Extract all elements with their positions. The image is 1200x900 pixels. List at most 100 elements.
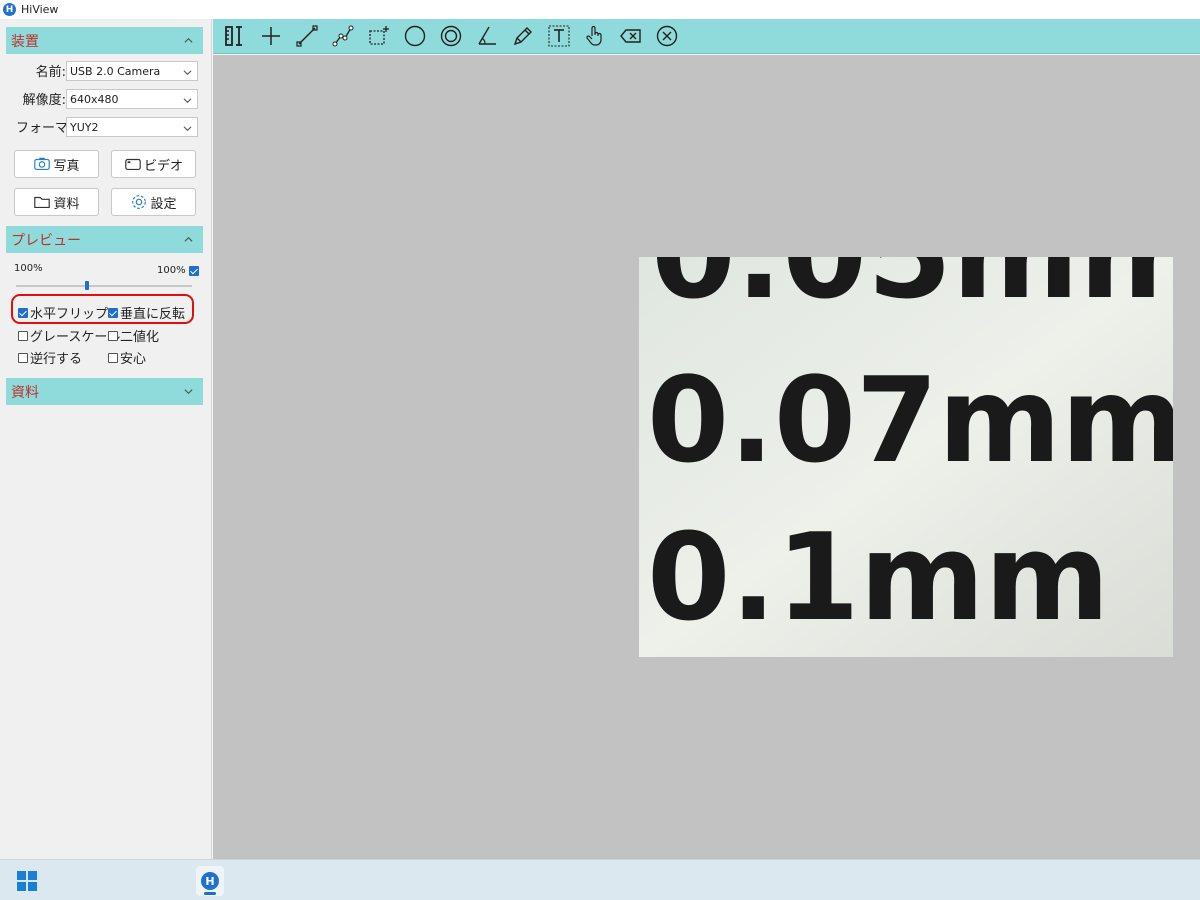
hand-icon	[585, 25, 602, 46]
name-label: 名前:	[35, 65, 66, 80]
files-section-header[interactable]: 資料	[6, 378, 203, 405]
format-select[interactable]: YUY2	[66, 117, 198, 137]
invert-label: 逆行する	[30, 352, 83, 367]
vertical-flip-checkbox[interactable]: 垂直に反転	[108, 303, 185, 322]
crosshair-tool[interactable]	[257, 23, 284, 50]
zoom-slider-track[interactable]	[16, 281, 192, 290]
clear-tool[interactable]	[653, 23, 680, 50]
settings-button[interactable]: 設定	[111, 188, 196, 216]
resolution-label-row: 解像度:	[0, 89, 66, 108]
chevron-down-icon	[183, 126, 192, 132]
photo-button-label: 写真	[53, 158, 80, 174]
format-value: YUY2	[70, 120, 99, 134]
preview-line-1: 0.05mm	[651, 257, 1173, 326]
camera-preview-svg: 0.05mm 0.07mm 0.1mm	[639, 257, 1173, 657]
resolution-value: 640x480	[70, 92, 119, 106]
zoom-right-row: 100%	[157, 265, 199, 276]
zoom-right-label: 100%	[157, 265, 186, 276]
settings-button-label: 設定	[150, 196, 177, 212]
preview-canvas[interactable]: 0.05mm 0.07mm 0.1mm	[213, 55, 1200, 859]
binarize-checkbox[interactable]: 二値化	[108, 326, 159, 345]
eraser-icon	[619, 29, 641, 43]
zoom-slider-thumb[interactable]	[84, 281, 89, 290]
text-tool[interactable]	[545, 23, 572, 50]
app-logo-icon: H	[3, 3, 16, 16]
device-section-header[interactable]: 装置	[6, 27, 203, 54]
sidebar: 装置 名前: USB 2.0 Camera 解像度: 640x480 フォーマッ…	[0, 19, 212, 859]
binarize-label: 二値化	[120, 330, 160, 345]
chevron-down-icon	[183, 98, 192, 104]
zoom-left-row: 100%	[14, 263, 43, 274]
angle-tool[interactable]	[473, 23, 500, 50]
window-titlebar: H HiView	[0, 0, 1200, 19]
binarize-box[interactable]	[108, 330, 118, 341]
stabilize-label: 安心	[120, 352, 147, 367]
invert-checkbox[interactable]: 逆行する	[18, 348, 82, 367]
line-tool[interactable]	[293, 23, 320, 50]
chevron-up-icon	[184, 236, 193, 242]
crosshair-icon	[261, 27, 280, 45]
hand-tool[interactable]	[581, 23, 608, 50]
device-section-title: 装置	[11, 33, 39, 50]
video-button[interactable]: ビデオ	[111, 150, 196, 178]
vertical-flip-label: 垂直に反転	[120, 307, 186, 322]
zoom-left-label: 100%	[14, 263, 43, 274]
preview-line-3: 0.1mm	[647, 509, 1110, 648]
concentric-circle-tool[interactable]	[437, 23, 464, 50]
stabilize-checkbox[interactable]: 安心	[108, 348, 146, 367]
zoom-auto-checkbox[interactable]	[188, 265, 199, 276]
folder-icon	[34, 196, 51, 208]
stabilize-box[interactable]	[108, 352, 118, 363]
name-label-row: 名前:	[0, 61, 66, 80]
circle-icon	[404, 25, 425, 47]
files-button-label: 資料	[53, 196, 80, 212]
windows-start-icon[interactable]	[17, 871, 37, 891]
window-title: HiView	[21, 3, 59, 16]
grayscale-label: グレースケール	[30, 330, 121, 345]
ruler-tool[interactable]	[221, 23, 248, 50]
circle-tool[interactable]	[401, 23, 428, 50]
chevron-down-icon	[184, 389, 193, 395]
horizontal-flip-label: 水平フリップ	[30, 307, 109, 322]
camera-preview-image[interactable]: 0.05mm 0.07mm 0.1mm	[639, 257, 1173, 657]
text-icon	[547, 25, 570, 47]
rectangle-icon	[368, 26, 389, 45]
horizontal-flip-checkbox[interactable]: 水平フリップ	[18, 303, 108, 322]
ruler-icon	[224, 26, 242, 46]
horizontal-flip-box[interactable]	[18, 307, 28, 318]
preview-line-2: 0.07mm	[647, 351, 1173, 489]
hiview-logo-icon: H	[201, 872, 219, 890]
close-circle-icon	[656, 25, 677, 47]
chevron-up-icon	[184, 37, 193, 43]
chevron-down-icon	[183, 70, 192, 76]
angle-icon	[477, 26, 496, 45]
taskbar-hiview-app[interactable]: H	[196, 866, 224, 896]
camera-name-select[interactable]: USB 2.0 Camera	[66, 61, 198, 81]
taskbar: H	[0, 859, 1200, 900]
video-button-label: ビデオ	[143, 158, 183, 174]
photo-button[interactable]: 写真	[14, 150, 99, 178]
preview-section-header[interactable]: プレビュー	[6, 226, 203, 253]
camera-name-value: USB 2.0 Camera	[70, 64, 161, 78]
vertical-flip-box[interactable]	[108, 307, 118, 318]
camera-icon	[34, 157, 51, 170]
files-button[interactable]: 資料	[14, 188, 99, 216]
grayscale-checkbox[interactable]: グレースケール	[18, 326, 120, 345]
pencil-icon	[513, 27, 532, 46]
polyline-tool[interactable]	[329, 23, 356, 50]
taskbar-active-indicator	[204, 892, 216, 895]
pencil-tool[interactable]	[509, 23, 536, 50]
line-icon	[295, 25, 318, 47]
polyline-icon	[332, 25, 353, 47]
files-section-title: 資料	[11, 384, 39, 401]
video-icon	[125, 158, 141, 170]
grayscale-box[interactable]	[18, 330, 28, 341]
invert-box[interactable]	[18, 352, 28, 363]
preview-section-title: プレビュー	[11, 232, 81, 249]
gear-icon	[132, 195, 147, 209]
concentric-circle-icon	[440, 25, 461, 47]
eraser-tool[interactable]	[617, 23, 644, 50]
rectangle-tool[interactable]	[365, 23, 392, 50]
measurement-toolbar	[213, 19, 1200, 54]
resolution-select[interactable]: 640x480	[66, 89, 198, 109]
